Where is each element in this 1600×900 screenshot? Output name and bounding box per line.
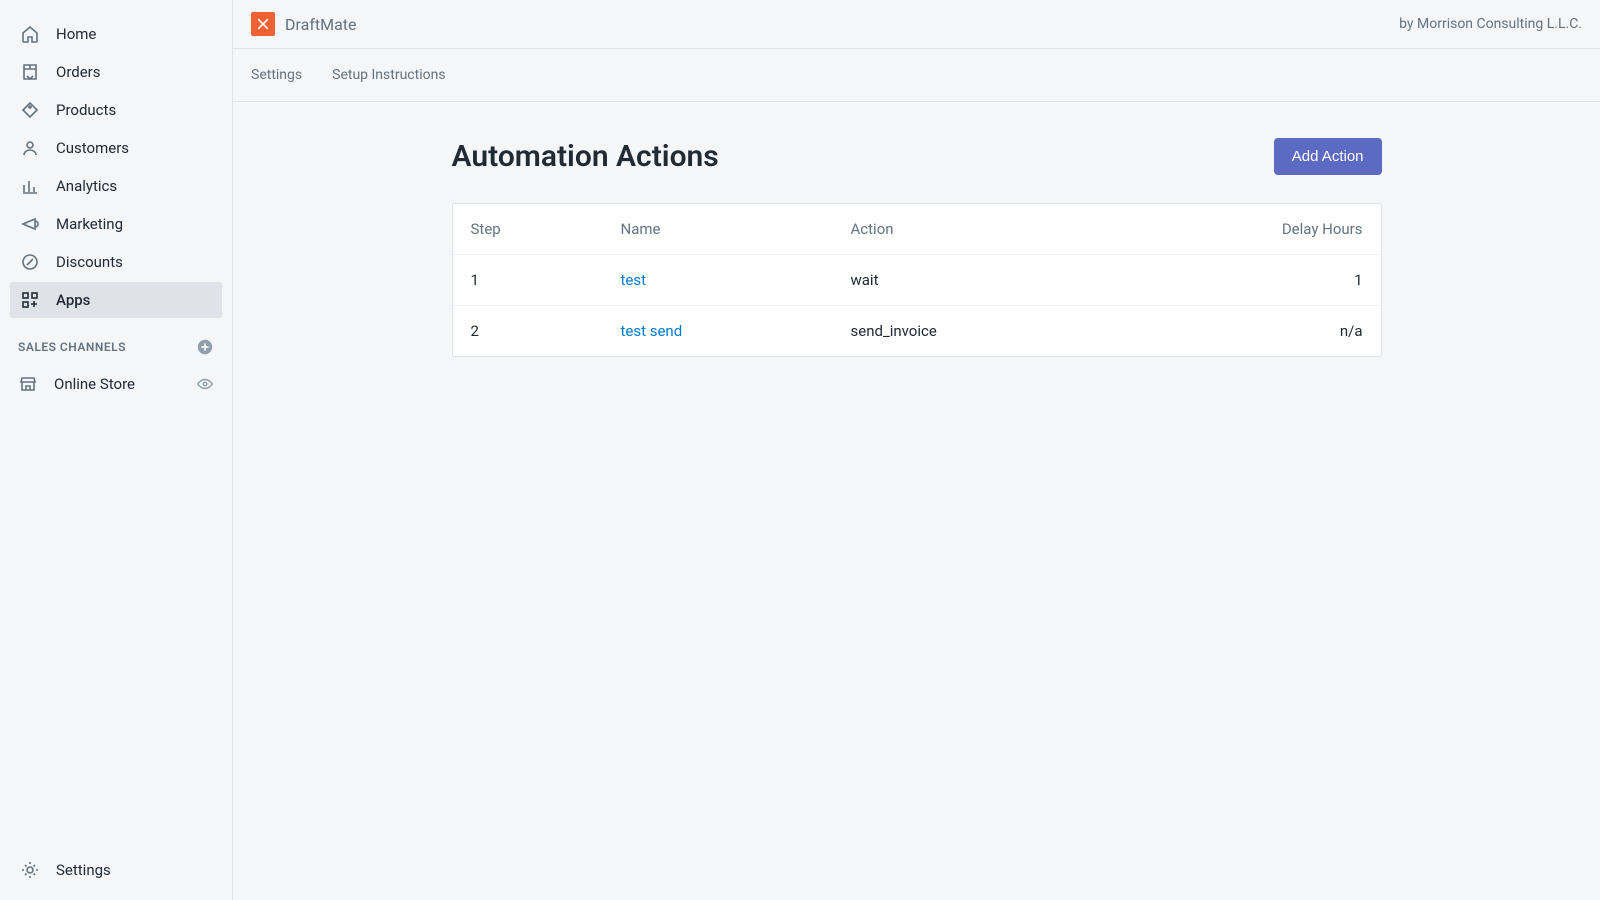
tab-settings[interactable]: Settings — [251, 49, 302, 101]
app-brand: DraftMate — [251, 12, 357, 36]
cell-action: wait — [851, 271, 1233, 289]
home-icon — [20, 24, 40, 44]
cell-delay: 1 — [1233, 271, 1363, 289]
cell-step: 1 — [471, 271, 621, 289]
channel-item-online-store[interactable]: Online Store — [0, 366, 232, 402]
app-logo-icon — [251, 12, 275, 36]
sidebar: Home Orders Products Customers — [0, 0, 232, 900]
orders-icon — [20, 62, 40, 82]
apps-icon — [20, 290, 40, 310]
table-header-row: Step Name Action Delay Hours — [453, 204, 1381, 255]
marketing-icon — [20, 214, 40, 234]
topbar: DraftMate by Morrison Consulting L.L.C. — [233, 0, 1600, 49]
nav-item-orders[interactable]: Orders — [10, 54, 222, 90]
settings-label: Settings — [56, 861, 111, 879]
nav-item-label: Marketing — [56, 215, 123, 233]
nav-list: Home Orders Products Customers — [0, 16, 232, 320]
app-title: DraftMate — [285, 15, 357, 34]
discount-icon — [20, 252, 40, 272]
nav-item-discounts[interactable]: Discounts — [10, 244, 222, 280]
nav-item-settings[interactable]: Settings — [0, 850, 232, 900]
main-panel: DraftMate by Morrison Consulting L.L.C. … — [232, 0, 1600, 900]
actions-table: Step Name Action Delay Hours 1 test wait… — [452, 203, 1382, 357]
cell-delay: n/a — [1233, 322, 1363, 340]
nav-item-label: Apps — [56, 291, 90, 309]
tabs: Settings Setup Instructions — [233, 49, 1600, 102]
nav-item-home[interactable]: Home — [10, 16, 222, 52]
content: Automation Actions Add Action Step Name … — [233, 102, 1600, 393]
channel-label: Online Store — [54, 375, 135, 393]
col-header-action: Action — [851, 220, 1233, 238]
customer-icon — [20, 138, 40, 158]
add-channel-icon[interactable] — [196, 338, 214, 356]
nav-item-analytics[interactable]: Analytics — [10, 168, 222, 204]
analytics-icon — [20, 176, 40, 196]
nav-item-customers[interactable]: Customers — [10, 130, 222, 166]
nav-item-label: Discounts — [56, 253, 123, 271]
sales-channels-header: SALES CHANNELS — [0, 320, 232, 366]
col-header-delay: Delay Hours — [1233, 220, 1363, 238]
page-header: Automation Actions Add Action — [452, 138, 1382, 175]
eye-icon[interactable] — [196, 375, 214, 393]
col-header-step: Step — [471, 220, 621, 238]
table-row: 2 test send send_invoice n/a — [453, 306, 1381, 356]
table-row: 1 test wait 1 — [453, 255, 1381, 306]
nav-item-label: Orders — [56, 63, 101, 81]
cell-action: send_invoice — [851, 322, 1233, 340]
nav-item-products[interactable]: Products — [10, 92, 222, 128]
nav-item-label: Home — [56, 25, 96, 43]
tab-setup-instructions[interactable]: Setup Instructions — [332, 49, 445, 101]
col-header-name: Name — [621, 220, 851, 238]
cell-step: 2 — [471, 322, 621, 340]
add-action-button[interactable]: Add Action — [1274, 138, 1382, 175]
byline: by Morrison Consulting L.L.C. — [1399, 16, 1582, 32]
nav-item-marketing[interactable]: Marketing — [10, 206, 222, 242]
nav-item-label: Products — [56, 101, 116, 119]
nav-item-label: Analytics — [56, 177, 117, 195]
cell-name-link[interactable]: test — [621, 271, 647, 289]
page-title: Automation Actions — [452, 139, 719, 174]
section-label: SALES CHANNELS — [18, 340, 126, 354]
gear-icon — [20, 860, 40, 880]
nav-item-label: Customers — [56, 139, 129, 157]
cell-name-link[interactable]: test send — [621, 322, 683, 340]
store-icon — [18, 374, 38, 394]
tag-icon — [20, 100, 40, 120]
nav-item-apps[interactable]: Apps — [10, 282, 222, 318]
